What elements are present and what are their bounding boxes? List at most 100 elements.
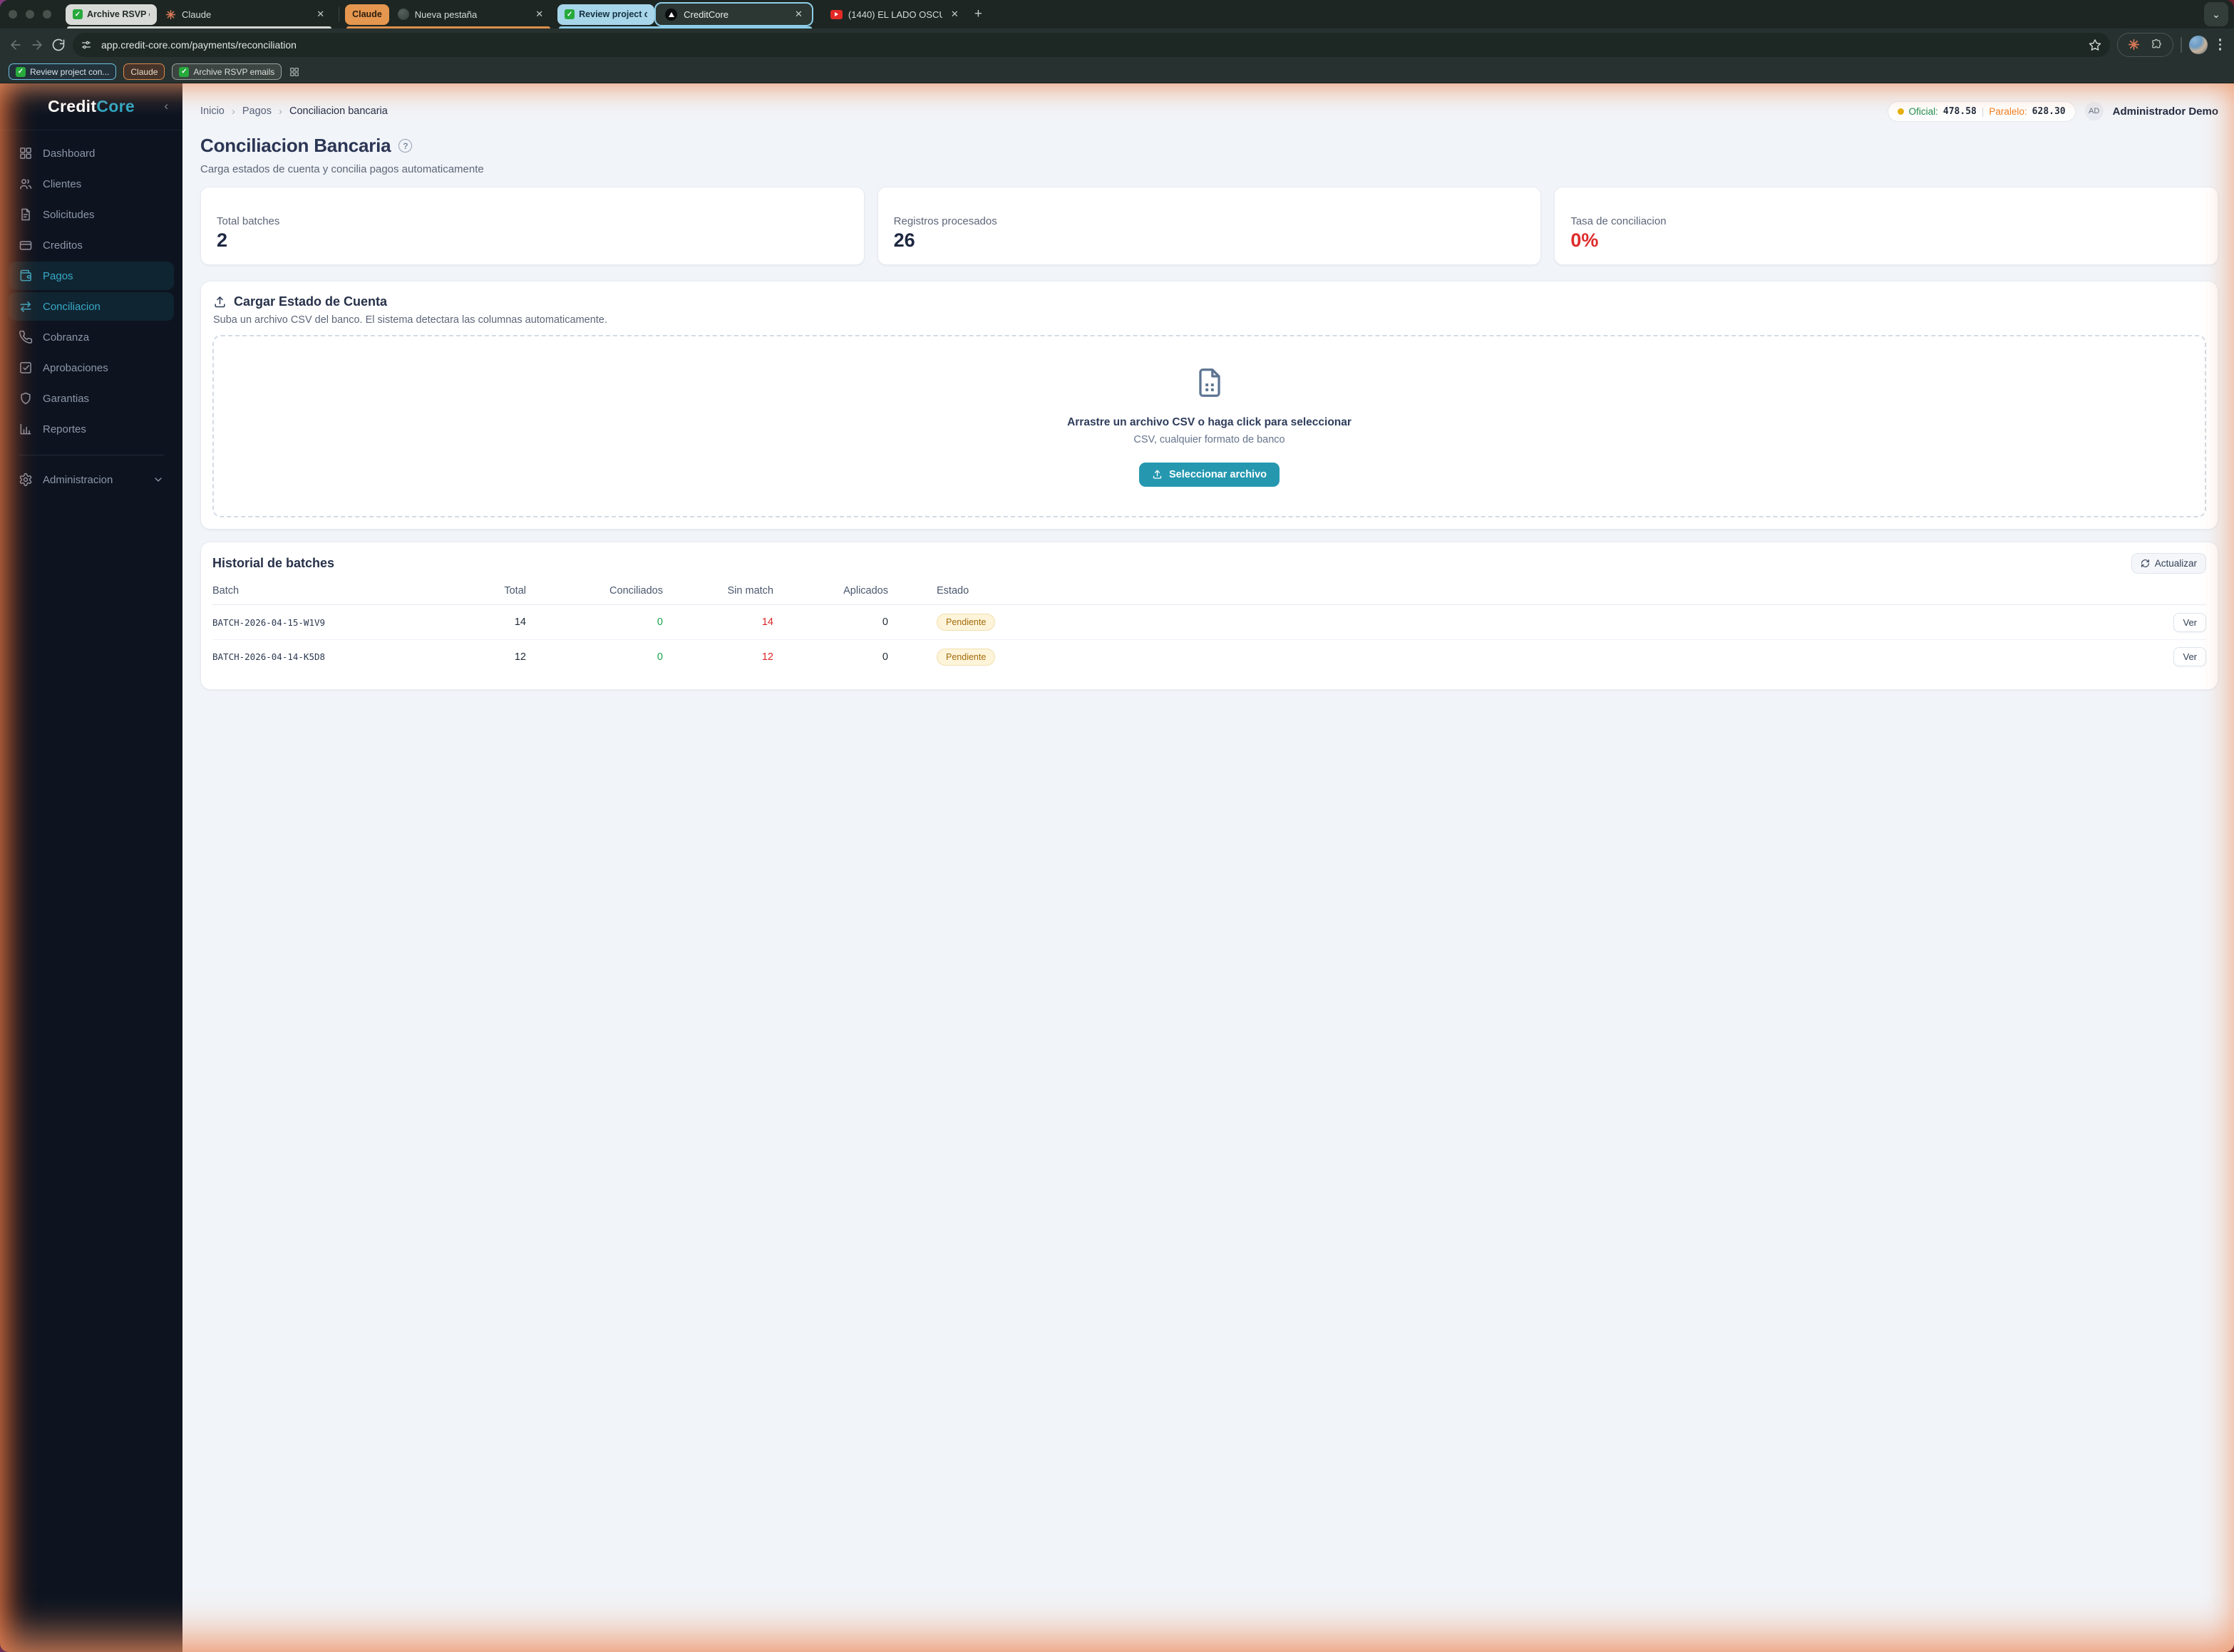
sidebar-item-aprobaciones[interactable]: Aprobaciones	[9, 353, 174, 382]
breadcrumb-pagos[interactable]: Pagos	[242, 105, 272, 117]
address-bar[interactable]: app.credit-core.com/payments/reconciliat…	[73, 32, 2110, 57]
table-row: BATCH-2026-04-15-W1V9 14 0 14 0 Pendient…	[212, 605, 2206, 639]
exchange-rate-badge: Oficial: 478.58 | Paralelo: 628.30	[1887, 100, 2076, 122]
breadcrumb: Inicio Pagos Conciliacion bancaria	[200, 105, 388, 118]
tab-groups-grid-icon[interactable]	[289, 66, 300, 78]
gear-icon	[19, 473, 32, 487]
view-batch-button[interactable]: Ver	[2173, 647, 2206, 666]
col-conciliados: Conciliados	[609, 585, 663, 597]
chip-claude[interactable]: Claude	[123, 63, 165, 80]
check-emoji-icon: ✓	[73, 9, 83, 19]
close-tab-icon[interactable]: ✕	[535, 9, 543, 20]
extensions-puzzle-icon[interactable]	[2151, 38, 2163, 51]
sidebar-collapse-icon[interactable]: ‹	[164, 99, 168, 113]
table-row: BATCH-2026-04-14-K5D8 12 0 12 0 Pendient…	[212, 639, 2206, 673]
back-icon[interactable]	[9, 38, 23, 52]
bar-chart-icon	[20, 423, 31, 435]
close-tab-icon[interactable]: ✕	[795, 9, 803, 20]
sidebar-item-dashboard[interactable]: Dashboard	[9, 139, 174, 167]
col-total: Total	[504, 585, 526, 597]
user-avatar[interactable]: AD	[2084, 102, 2104, 120]
view-batch-button[interactable]: Ver	[2173, 612, 2206, 632]
new-tab-button[interactable]: +	[974, 6, 982, 22]
phone-icon	[19, 330, 33, 344]
conciliados-value: 0	[657, 651, 663, 663]
reload-icon[interactable]	[51, 38, 66, 52]
sidebar-item-garantias[interactable]: Garantias	[9, 384, 174, 413]
sidebar-item-clientes[interactable]: Clientes	[9, 170, 174, 198]
check-emoji-icon: ✓	[16, 66, 26, 77]
stat-card-registros: Registros procesados 26	[877, 187, 1542, 265]
parallel-rate-value: 628.30	[2032, 105, 2066, 117]
tab-group-header-archive[interactable]: ✓ Archive RSVP ema	[66, 4, 157, 25]
upload-icon	[215, 296, 225, 308]
tab-youtube[interactable]: (1440) EL LADO OSCURO DE ✕	[822, 3, 967, 26]
total-value: 14	[514, 616, 526, 628]
site-controls-icon[interactable]	[77, 36, 96, 54]
claude-extension-icon[interactable]	[2128, 38, 2140, 51]
sidebar-item-reportes[interactable]: Reportes	[9, 415, 174, 443]
sidebar-item-creditos[interactable]: Creditos	[9, 231, 174, 259]
csv-dropzone[interactable]: Arrastre un archivo CSV o haga click par…	[212, 335, 2206, 517]
check-emoji-icon: ✓	[565, 9, 575, 19]
forward-icon[interactable]	[30, 38, 44, 52]
tab-claude[interactable]: Claude ✕	[157, 3, 333, 26]
select-file-button[interactable]: Seleccionar archivo	[1138, 462, 1280, 487]
close-tab-icon[interactable]: ✕	[316, 9, 324, 20]
file-text-icon	[21, 208, 30, 221]
browser-toolbar: app.credit-core.com/payments/reconciliat…	[0, 29, 2234, 61]
browser-menu-icon[interactable]	[2215, 38, 2226, 51]
help-icon[interactable]: ?	[398, 139, 413, 153]
bookmark-star-icon[interactable]	[2089, 38, 2101, 51]
credit-card-icon	[19, 241, 32, 250]
stat-value: 26	[893, 229, 915, 251]
refresh-button[interactable]: Actualizar	[2131, 553, 2206, 574]
profile-avatar[interactable]	[2188, 35, 2208, 54]
tab-group-chips-row: ✓ Review project con... Claude ✓ Archive…	[0, 61, 2234, 83]
close-window-button[interactable]	[9, 10, 17, 19]
breadcrumb-inicio[interactable]: Inicio	[200, 105, 225, 117]
minimize-window-button[interactable]	[26, 10, 34, 19]
chip-archive-rsvp[interactable]: ✓ Archive RSVP emails	[172, 63, 282, 80]
tab-group-header-review[interactable]: ✓ Review project co	[557, 4, 655, 25]
sidebar-item-cobranza[interactable]: Cobranza	[9, 323, 174, 351]
tab-group-label: Claude	[352, 9, 382, 19]
check-square-icon	[20, 362, 31, 373]
aplicados-value: 0	[882, 616, 888, 628]
close-tab-icon[interactable]: ✕	[951, 9, 959, 20]
col-batch: Batch	[212, 585, 240, 597]
tab-group-label: Review project co	[579, 9, 648, 19]
upload-card-subtitle: Suba un archivo CSV del banco. El sistem…	[213, 314, 607, 326]
sidebar-item-solicitudes[interactable]: Solicitudes	[9, 200, 174, 229]
sidebar-item-label: Pagos	[43, 269, 73, 282]
sidebar-nav: Dashboard Clientes Solicitudes Creditos …	[0, 130, 182, 443]
url-text[interactable]: app.credit-core.com/payments/reconciliat…	[101, 39, 2083, 51]
sidebar-item-administracion[interactable]: Administracion	[9, 465, 174, 494]
tab-nueva-pestana[interactable]: Nueva pestaña ✕	[389, 3, 552, 26]
rate-status-dot	[1897, 108, 1904, 115]
tab-label: CreditCore	[684, 9, 729, 20]
col-sin-match: Sin match	[727, 585, 773, 597]
tab-search-button[interactable]: ⌄	[2204, 2, 2228, 26]
dropzone-sub-text: CSV, cualquier formato de banco	[1133, 433, 1285, 445]
refresh-icon	[2141, 559, 2149, 567]
sidebar-item-pagos[interactable]: Pagos	[9, 262, 174, 290]
traffic-lights[interactable]	[9, 10, 51, 19]
tab-label: Claude	[182, 9, 212, 20]
sidebar-item-label: Creditos	[43, 239, 83, 252]
youtube-favicon	[830, 9, 843, 19]
sidebar-item-label: Clientes	[43, 177, 82, 190]
stat-value: 2	[217, 229, 228, 251]
chip-review-project[interactable]: ✓ Review project con...	[9, 63, 117, 80]
tab-label: Nueva pestaña	[414, 9, 478, 20]
tab-strip: ✓ Archive RSVP ema Claude ✕ Claude Nueva…	[0, 0, 2234, 29]
maximize-window-button[interactable]	[43, 10, 51, 19]
tab-creditcore-active[interactable]: CreditCore ✕	[654, 2, 813, 26]
stat-card-tasa: Tasa de conciliacion 0%	[1554, 187, 2218, 265]
app-logo: CreditCore	[48, 97, 135, 115]
batch-id: BATCH-2026-04-15-W1V9	[212, 616, 326, 628]
tab-group-header-claude[interactable]: Claude	[345, 4, 389, 25]
main-panel: Inicio Pagos Conciliacion bancaria Ofici…	[182, 83, 2234, 1652]
sidebar-item-label: Administracion	[43, 473, 113, 486]
sidebar-item-conciliacion[interactable]: Conciliacion	[9, 292, 174, 321]
